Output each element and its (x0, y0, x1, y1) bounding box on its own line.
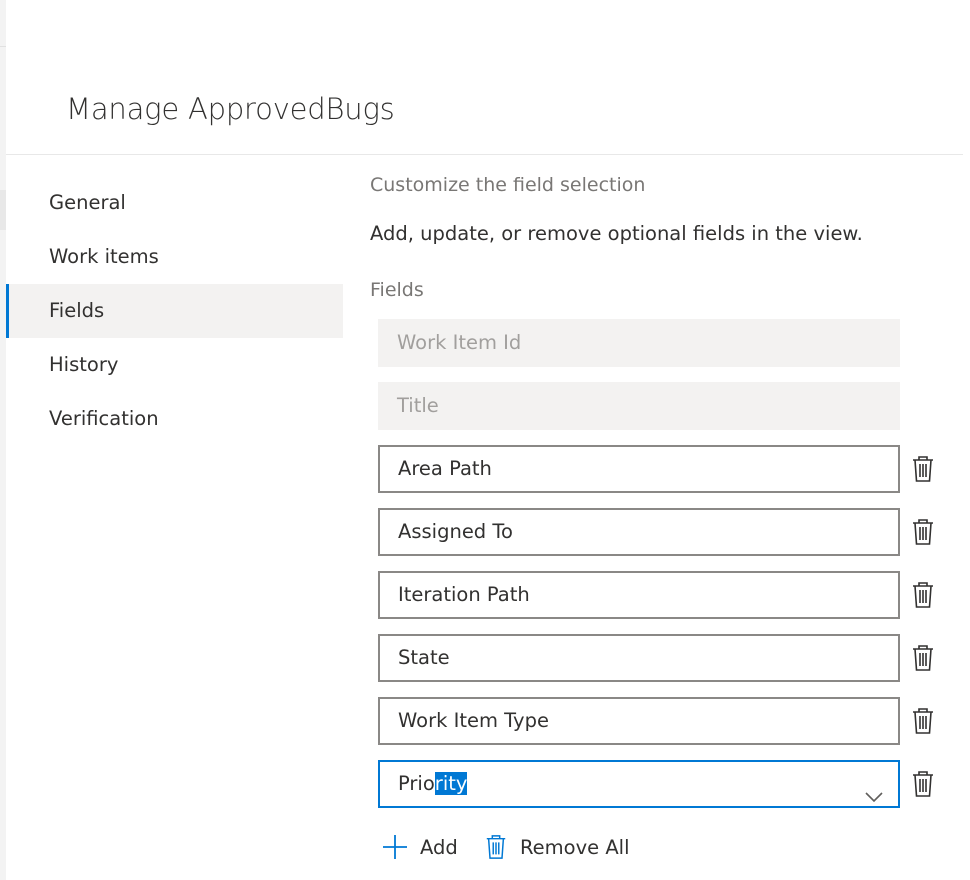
settings-nav: General Work items Fields History Verifi… (6, 176, 343, 446)
field-row: Title (378, 382, 938, 430)
trash-icon[interactable] (910, 644, 936, 672)
nav-item-work-items[interactable]: Work items (6, 230, 343, 284)
field-input-iteration-path[interactable]: Iteration Path (378, 571, 900, 619)
section-title: Customize the field selection (370, 174, 646, 196)
plus-icon (383, 835, 407, 859)
trash-icon[interactable] (910, 581, 936, 609)
autocomplete-selection: rity (434, 772, 468, 795)
field-row: Work Item Type (378, 697, 938, 745)
field-input-work-item-type[interactable]: Work Item Type (378, 697, 900, 745)
remove-all-label: Remove All (520, 835, 630, 859)
field-input-assigned-to[interactable]: Assigned To (378, 508, 900, 556)
field-input-work-item-id: Work Item Id (378, 319, 900, 367)
trash-icon[interactable] (910, 707, 936, 735)
field-row: Work Item Id (378, 319, 938, 367)
nav-item-history[interactable]: History (6, 338, 343, 392)
field-combobox-priority[interactable]: Priority (378, 760, 900, 808)
trash-icon[interactable] (910, 770, 936, 798)
field-input-title: Title (378, 382, 900, 430)
add-label: Add (420, 835, 458, 859)
add-field-button[interactable]: Add (382, 830, 458, 864)
panel-title: Manage ApprovedBugs (66, 92, 395, 126)
trash-icon (486, 835, 506, 859)
field-row: Area Path (378, 445, 938, 493)
nav-item-verification[interactable]: Verification (6, 392, 343, 446)
manage-view-panel: Manage ApprovedBugs General Work items F… (0, 0, 970, 880)
title-divider (6, 154, 963, 155)
trash-icon[interactable] (910, 518, 936, 546)
field-row: State (378, 634, 938, 682)
background-divider (0, 46, 6, 47)
field-row: Iteration Path (378, 571, 938, 619)
trash-icon[interactable] (910, 455, 936, 483)
field-row: Priority (378, 760, 938, 808)
fields-label: Fields (370, 279, 424, 301)
field-input-area-path[interactable]: Area Path (378, 445, 900, 493)
section-description: Add, update, or remove optional fields i… (370, 222, 863, 245)
field-row: Assigned To (378, 508, 938, 556)
nav-item-general[interactable]: General (6, 176, 343, 230)
field-input-state[interactable]: State (378, 634, 900, 682)
nav-item-fields[interactable]: Fields (6, 284, 343, 338)
chevron-down-icon[interactable] (864, 776, 884, 803)
remove-all-button[interactable]: Remove All (484, 830, 630, 864)
typed-text: Prio (398, 772, 435, 795)
